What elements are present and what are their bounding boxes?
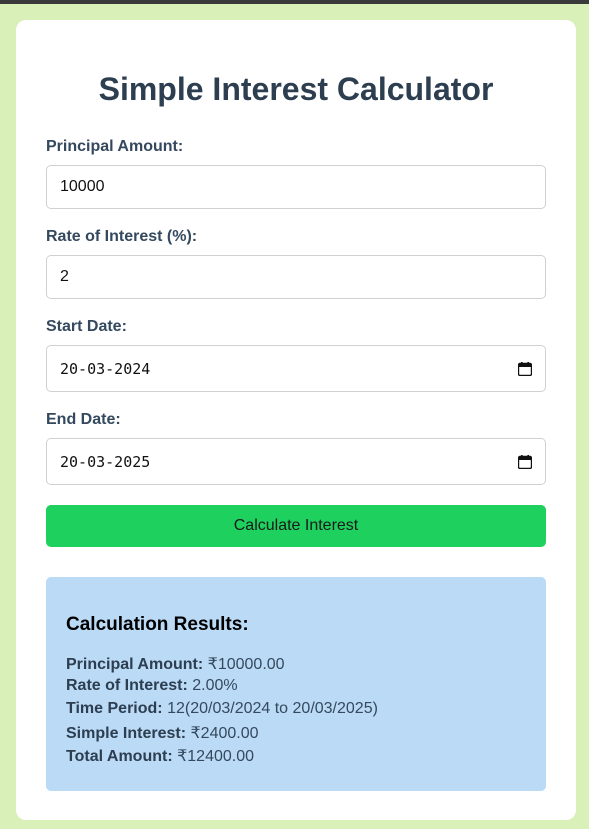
start-date-input[interactable]: 20-03-2024 <box>46 345 546 392</box>
result-key: Total Amount: <box>66 748 173 765</box>
result-value: ₹2400.00 <box>190 725 259 742</box>
result-key: Rate of Interest: <box>66 677 188 694</box>
result-principal: Principal Amount: ₹10000.00 <box>66 654 285 674</box>
results-title: Calculation Results: <box>66 614 249 635</box>
result-rate: Rate of Interest: 2.00% <box>66 677 238 695</box>
end-date-value: 20-03-2025 <box>60 452 151 471</box>
page-title: Simple Interest Calculator <box>98 71 494 107</box>
result-value: 12(20/03/2024 to 20/03/2025) <box>167 700 378 717</box>
result-value: ₹12400.00 <box>177 748 255 765</box>
rate-value: 2 <box>60 268 69 285</box>
window-top-edge <box>0 0 589 4</box>
result-key: Simple Interest: <box>66 725 187 742</box>
principal-value: 10000 <box>60 178 105 195</box>
principal-label: Principal Amount: <box>46 138 184 155</box>
result-key: Time Period: <box>66 700 163 717</box>
result-time-period: Time Period: 12(20/03/2024 to 20/03/2025… <box>66 700 378 718</box>
rate-input[interactable]: 2 <box>46 255 546 299</box>
calendar-icon[interactable] <box>518 454 532 469</box>
results-panel: Calculation Results: Principal Amount: ₹… <box>46 577 546 791</box>
calculator-card: Simple Interest Calculator Principal Amo… <box>16 20 576 820</box>
result-simple-interest: Simple Interest: ₹2400.00 <box>66 723 259 743</box>
result-value: 2.00% <box>192 677 238 694</box>
principal-input[interactable]: 10000 <box>46 165 546 209</box>
result-key: Principal Amount: <box>66 656 204 673</box>
calendar-icon[interactable] <box>518 361 532 376</box>
result-value: ₹10000.00 <box>207 656 285 673</box>
end-date-input[interactable]: 20-03-2025 <box>46 438 546 485</box>
end-date-label: End Date: <box>46 411 121 428</box>
rate-label: Rate of Interest (%): <box>46 228 198 245</box>
start-date-label: Start Date: <box>46 318 127 335</box>
start-date-value: 20-03-2024 <box>60 359 151 378</box>
calculate-interest-button[interactable]: Calculate Interest <box>46 505 546 547</box>
result-total-amount: Total Amount: ₹12400.00 <box>66 746 254 766</box>
